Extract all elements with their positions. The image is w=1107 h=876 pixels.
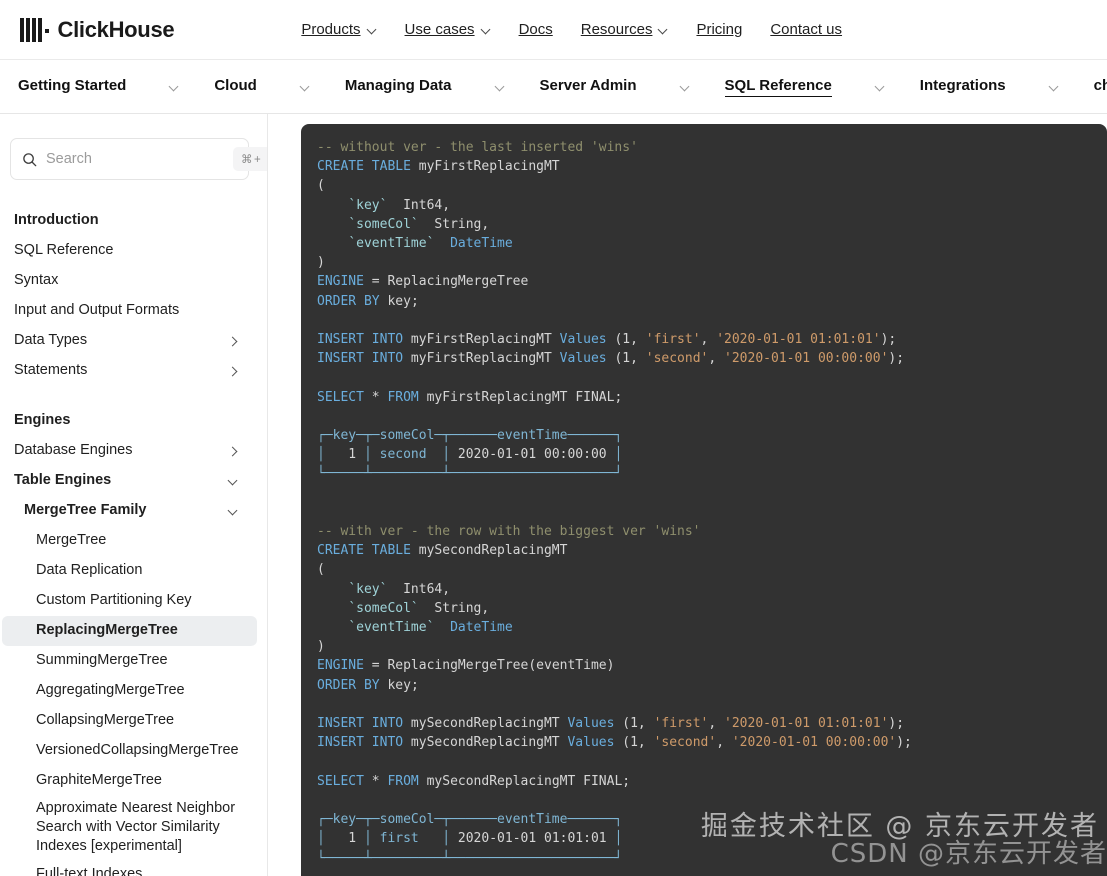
page-shell: ⌘+ K Introduction SQL Reference Syntax Inpu… (0, 114, 1107, 876)
sidebar-item-custom-partitioning-key[interactable]: Custom Partitioning Key (2, 586, 257, 616)
sidebar-item-label: SummingMergeTree (36, 652, 168, 669)
sidebar-item-approximate-nearest-neighbor-search-with-vector-similarity-indexes-experimental[interactable]: Approximate Nearest Neighbor Search with… (2, 796, 257, 859)
sidebar-item-versionedcollapsingmergetree[interactable]: VersionedCollapsingMergeTree (2, 736, 257, 766)
topnav-item-products[interactable]: Products (301, 21, 376, 38)
sidebar-item-label: VersionedCollapsingMergeTree (36, 742, 239, 759)
sidebar-item-label: MergeTree Family (24, 502, 147, 519)
sidebar-item-syntax[interactable]: Syntax (2, 266, 257, 296)
sidebar-item-summingmergetree[interactable]: SummingMergeTree (2, 646, 257, 676)
sidebar-item-label: SQL Reference (14, 242, 114, 259)
sidebar-item-full-text-indexes[interactable]: Full-text Indexes (2, 859, 257, 876)
docsnav-item-managing-data[interactable]: Managing Data (345, 77, 452, 96)
topnav-item-label: Use cases (404, 21, 475, 38)
sidebar-item-label: Introduction (14, 212, 99, 229)
sidebar-item-input-and-output-formats[interactable]: Input and Output Formats (2, 296, 257, 326)
sidebar-nav-list: Introduction SQL Reference Syntax Input and… (0, 206, 267, 876)
sidebar-item-label: Syntax (14, 272, 59, 289)
sidebar-item-data-types[interactable]: Data Types (2, 326, 257, 356)
sidebar-item-label: ReplacingMergeTree (36, 622, 178, 639)
sidebar-item-statements[interactable]: Statements (2, 356, 257, 386)
sidebar-item-sql-reference[interactable]: SQL Reference (2, 236, 257, 266)
sidebar-item-data-replication[interactable]: Data Replication (2, 556, 257, 586)
sql-code-block[interactable]: -- without ver - the last inserted 'wins… (301, 124, 1107, 876)
sql-code-text: -- without ver - the last inserted 'wins… (317, 140, 912, 866)
topnav-item-label: Contact us (770, 21, 843, 38)
topnav-item-contact-us[interactable]: Contact us (770, 21, 842, 38)
chevron-right-icon[interactable] (228, 366, 239, 377)
sidebar-item-label: Table Engines (14, 472, 112, 489)
docsnav-item-label: SQL Reference (724, 77, 832, 97)
topnav-item-label: Resources (580, 21, 653, 38)
sidebar-item-mergetree[interactable]: MergeTree (2, 526, 257, 556)
docsnav-item-integrations[interactable]: Integrations (920, 77, 1006, 96)
sidebar-item-label: Database Engines (14, 442, 133, 459)
search-input[interactable] (46, 151, 233, 167)
docsnav-item-label: Managing Data (344, 77, 452, 94)
clickhouse-logo-icon (20, 17, 49, 42)
docs-sidebar: ⌘+ K Introduction SQL Reference Syntax Inpu… (0, 114, 268, 876)
topnav-item-label: Docs (518, 21, 553, 38)
search-icon (23, 152, 37, 166)
sidebar-item-replacingmergetree[interactable]: ReplacingMergeTree (2, 616, 257, 646)
sidebar-item-label: GraphiteMergeTree (36, 772, 162, 789)
sidebar-item-label: CollapsingMergeTree (36, 712, 175, 729)
topnav-item-label: Pricing (696, 21, 743, 38)
sidebar-item-label: AggregatingMergeTree (36, 682, 185, 699)
docsnav-item-label: Server Admin (539, 77, 637, 94)
docsnav-item-sql-reference[interactable]: SQL Reference (724, 77, 832, 97)
sidebar-item-introduction[interactable]: Introduction (2, 206, 257, 236)
search-box[interactable]: ⌘+ K (10, 138, 267, 180)
docsnav-item-server-admin[interactable]: Server Admin (540, 77, 637, 96)
sidebar-item-database-engines[interactable]: Database Engines (2, 436, 257, 466)
search-shortcut-badge: ⌘+ K (233, 147, 267, 171)
docsnav-item-label: Cloud (214, 77, 257, 94)
sidebar-item-label: Data Types (14, 332, 88, 349)
docsnav-item-label: Getting Started (18, 77, 127, 94)
topnav-item-pricing[interactable]: Pricing (696, 21, 742, 38)
topnav-item-label: Products (301, 21, 361, 38)
main-content: -- without ver - the last inserted 'wins… (268, 114, 1107, 876)
sidebar-item-aggregatingmergetree[interactable]: AggregatingMergeTree (2, 676, 257, 706)
sidebar-item-table-engines[interactable]: Table Engines (2, 466, 257, 496)
chevron-right-icon[interactable] (228, 446, 239, 457)
chevron-down-icon[interactable] (228, 506, 239, 517)
chevron-down-icon[interactable] (228, 476, 239, 487)
sidebar-item-graphitemergetree[interactable]: GraphiteMergeTree (2, 766, 257, 796)
chevron-down-icon (368, 25, 377, 34)
sidebar-item-collapsingmergetree[interactable]: CollapsingMergeTree (2, 706, 257, 736)
sidebar-item-label: Engines (14, 412, 71, 429)
sidebar-item-label: MergeTree (36, 532, 107, 549)
chevron-down-icon (659, 25, 668, 34)
topnav-item-docs[interactable]: Docs (519, 21, 553, 38)
sidebar-item-label: Input and Output Formats (14, 302, 180, 319)
docsnav-item-chdb[interactable]: chDB (1094, 77, 1107, 96)
top-nav-links: Products Use cases Docs Resources Pricing Con… (301, 21, 842, 38)
sidebar-item-label: Statements (14, 362, 88, 379)
sidebar-item-engines[interactable]: Engines (2, 406, 257, 436)
brand-home-link[interactable]: ClickHouse (20, 16, 175, 43)
docsnav-item-getting-started[interactable]: Getting Started (18, 77, 126, 96)
docs-navigation-bar: Getting Started Cloud Managing Data Server … (0, 60, 1107, 114)
top-navigation-bar: ClickHouse Products Use cases Docs Resource… (0, 0, 1107, 60)
topnav-item-use-cases[interactable]: Use cases (405, 21, 491, 38)
docsnav-item-label: Integrations (919, 77, 1006, 94)
sidebar-item-label: Approximate Nearest Neighbor Search with… (36, 800, 236, 855)
sidebar-item-label: Full-text Indexes (36, 865, 143, 876)
chevron-right-icon[interactable] (228, 336, 239, 347)
chevron-down-icon (482, 25, 491, 34)
topnav-item-resources[interactable]: Resources (581, 21, 669, 38)
sidebar-item-mergetree-family[interactable]: MergeTree Family (2, 496, 257, 526)
brand-name: ClickHouse (57, 16, 175, 42)
docsnav-item-label: chDB (1093, 77, 1107, 94)
sidebar-item-label: Data Replication (36, 562, 143, 579)
sidebar-item-label: Custom Partitioning Key (36, 592, 192, 609)
docsnav-item-cloud[interactable]: Cloud (214, 77, 257, 96)
